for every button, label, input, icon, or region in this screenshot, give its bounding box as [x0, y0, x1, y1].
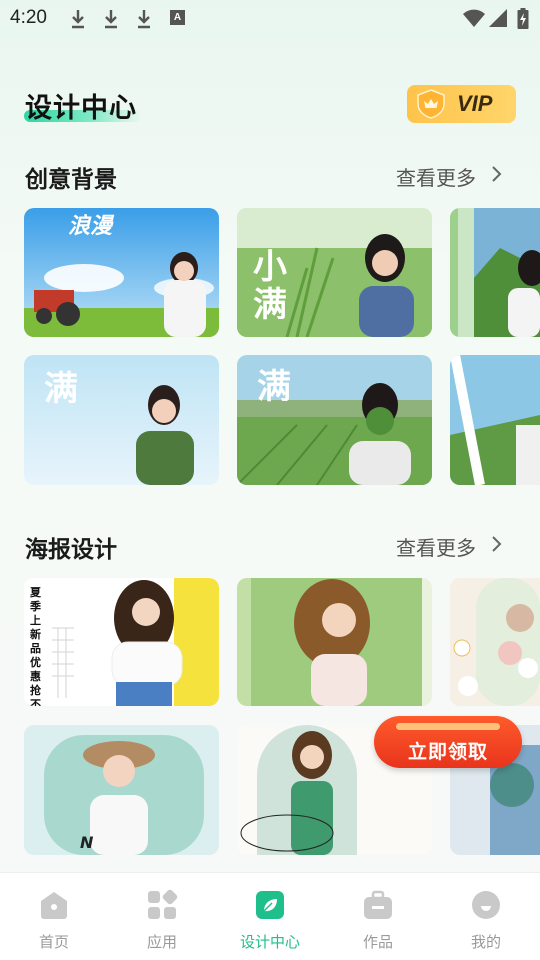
section-title-poster: 海报设计 [25, 537, 117, 563]
chevron-right-icon[interactable] [490, 165, 502, 183]
status-bar: 4:20 A [0, 0, 540, 38]
creative-card-4[interactable]: 满 [24, 355, 219, 485]
tab-profile[interactable]: 我的 [432, 873, 540, 960]
home-icon [41, 892, 67, 919]
poster-card-1[interactable]: 夏季上新品优惠抢不停 [24, 578, 219, 706]
tab-label: 首页 [38, 933, 69, 951]
card-caption: 浪漫 [68, 214, 113, 239]
briefcase-icon [364, 890, 392, 919]
creative-card-3[interactable] [450, 208, 540, 337]
tab-label: 应用 [146, 933, 177, 951]
creative-card-2[interactable]: 小满 [237, 208, 432, 337]
section-title-creative: 创意背景 [25, 167, 117, 193]
download-icon [105, 10, 117, 29]
download-icon [138, 10, 150, 29]
profile-icon [472, 891, 500, 919]
tab-label: 作品 [362, 933, 393, 951]
card-caption: 满 [257, 367, 291, 407]
vip-button[interactable]: VIP [407, 85, 516, 123]
status-time: 4:20 [10, 7, 47, 28]
card-caption: 满 [44, 369, 78, 409]
card-image [24, 208, 219, 337]
page-title: 设计中心 [25, 93, 137, 124]
see-more-poster[interactable]: 查看更多 [396, 532, 476, 561]
promo-ribbon [396, 723, 500, 730]
leaf-icon [256, 891, 284, 919]
card-caption: 小满 [253, 247, 287, 325]
card-image [24, 725, 219, 855]
chevron-right-icon[interactable] [490, 535, 502, 553]
card-image [450, 208, 540, 337]
tab-home[interactable]: 首页 [0, 873, 108, 960]
card-image [450, 355, 540, 485]
see-more-creative[interactable]: 查看更多 [396, 162, 476, 191]
creative-card-5[interactable]: 满 [237, 355, 432, 485]
apps-icon [148, 889, 178, 919]
card-caption: 夏季上新品优惠抢不停 [30, 586, 41, 706]
wifi-icon [463, 9, 485, 27]
vip-shield-icon [417, 89, 445, 119]
poster-card-2[interactable] [237, 578, 432, 706]
card-image [24, 578, 219, 706]
creative-card-6[interactable] [450, 355, 540, 485]
card-image [237, 578, 432, 706]
bottom-tab-bar: 首页 应用 设计中心 作品 我的 [0, 872, 540, 960]
claim-now-button[interactable]: 立即领取 [374, 716, 522, 768]
poster-card-4[interactable]: N [24, 725, 219, 855]
tab-label: 我的 [470, 933, 501, 951]
vip-label: VIP [457, 91, 493, 116]
download-icon [72, 10, 84, 29]
tab-works[interactable]: 作品 [324, 873, 432, 960]
a-icon: A [170, 10, 185, 25]
card-caption: N [80, 833, 94, 852]
creative-card-1[interactable]: 浪漫 [24, 208, 219, 337]
tab-design-center[interactable]: 设计中心 [216, 873, 324, 960]
claim-now-label: 立即领取 [407, 741, 488, 763]
battery-charging-icon [517, 8, 529, 29]
signal-icon [489, 9, 507, 27]
tab-label: 设计中心 [239, 933, 300, 951]
card-image [450, 578, 540, 706]
poster-card-3[interactable] [450, 578, 540, 706]
tab-apps[interactable]: 应用 [108, 873, 216, 960]
